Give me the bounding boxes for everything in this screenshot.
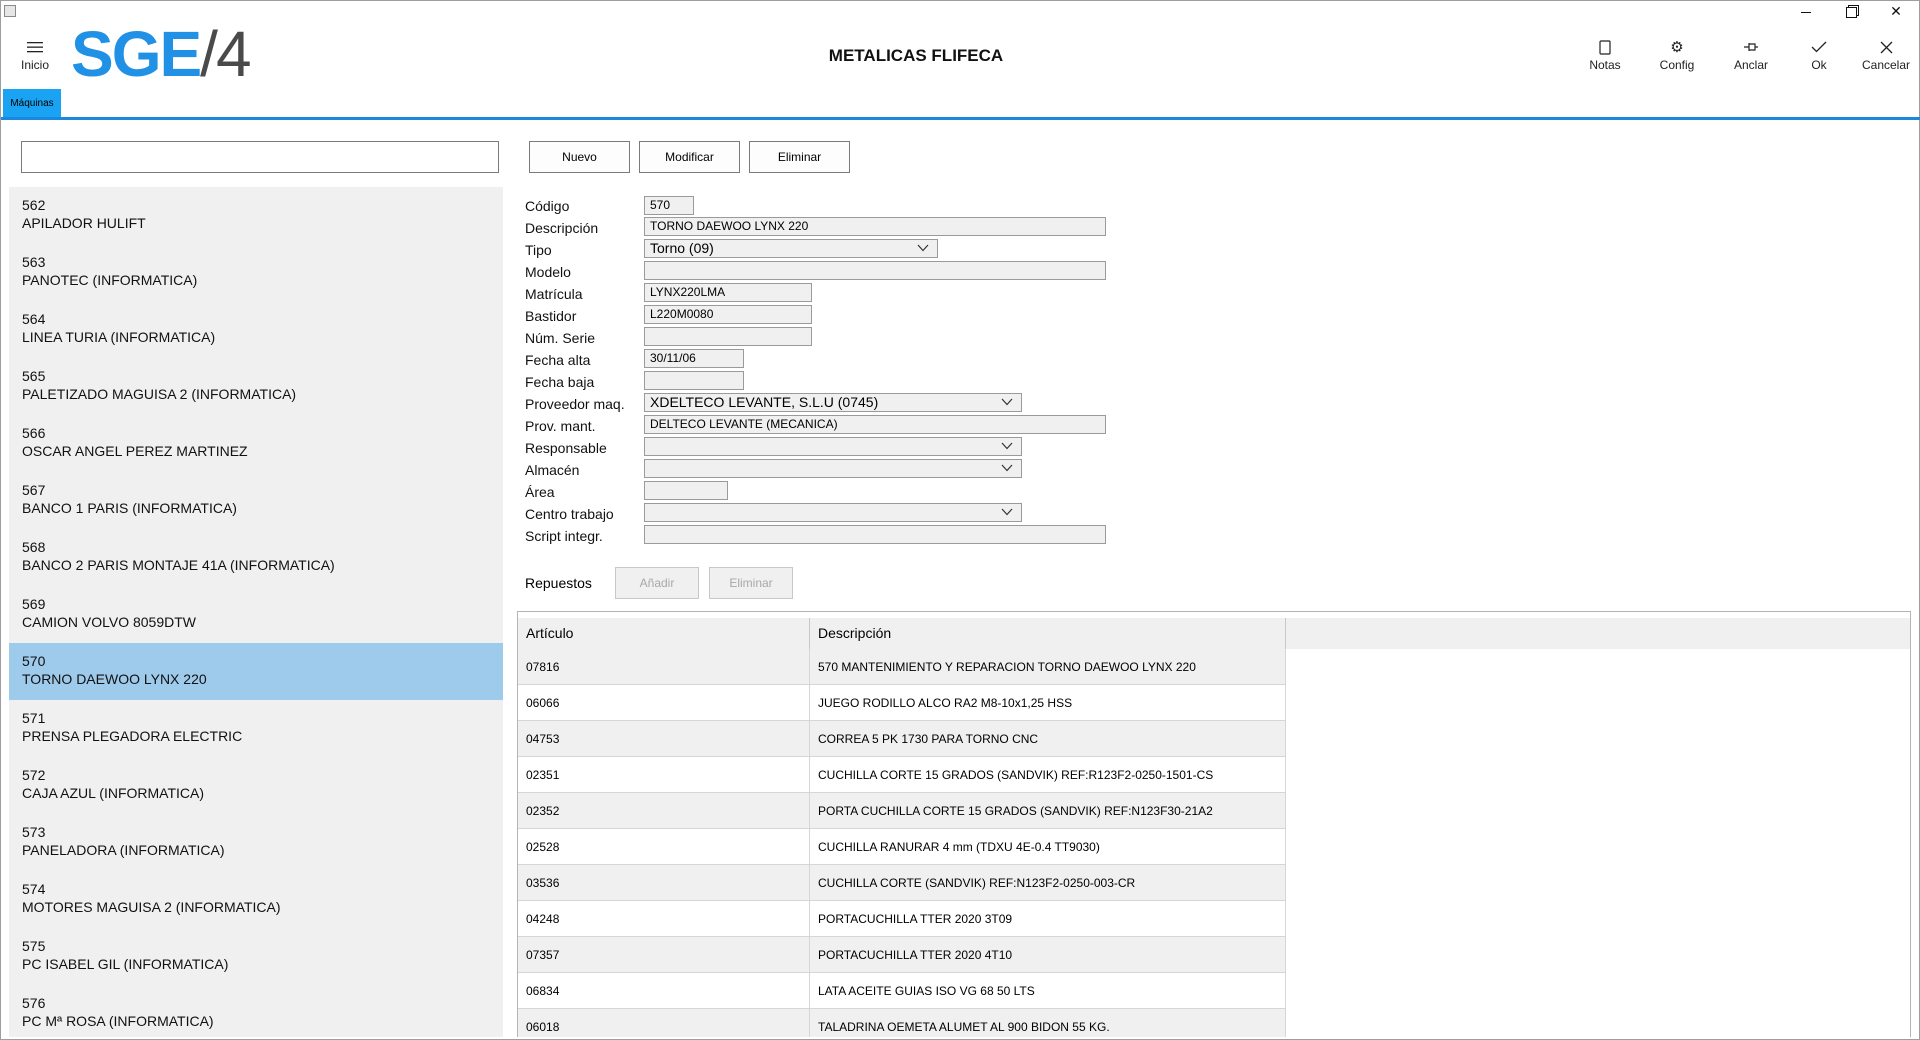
eliminar-repuesto-button[interactable]: Eliminar [709,567,793,599]
table-row[interactable]: 02352 PORTA CUCHILLA CORTE 15 GRADOS (SAN… [518,793,1286,829]
chevron-down-icon [1001,464,1013,472]
list-item[interactable]: 562 APILADOR HULIFT [9,187,503,244]
chevron-down-icon [1001,508,1013,516]
bastidor-field[interactable]: L220M0080 [644,305,812,324]
notas-button[interactable]: Notas [1575,37,1635,77]
centro-trabajo-select[interactable] [644,503,1022,522]
list-item[interactable]: 573 PANELADORA (INFORMATICA) [9,814,503,871]
centro-trabajo-label: Centro trabajo [525,506,614,522]
close-icon [1876,37,1896,57]
column-header-articulo[interactable]: Artículo [518,618,810,649]
table-row[interactable]: 04248 PORTACUCHILLA TTER 2020 3T09 [518,901,1286,937]
company-title: METALICAS FLIFECA [828,46,1004,65]
script-integr-field[interactable] [644,525,1106,544]
table-row[interactable]: 04753 CORREA 5 PK 1730 PARA TORNO CNC [518,721,1286,757]
list-item[interactable]: 571 PRENSA PLEGADORA ELECTRIC [9,700,503,757]
hamburger-menu-icon [25,37,45,57]
descripcion-field[interactable]: TORNO DAEWOO LYNX 220 [644,217,1106,236]
num-serie-field[interactable] [644,327,812,346]
fecha-baja-field[interactable] [644,371,744,390]
list-item[interactable]: 566 OSCAR ANGEL PEREZ MARTINEZ [9,415,503,472]
list-item[interactable]: 565 PALETIZADO MAGUISA 2 (INFORMATICA) [9,358,503,415]
list-item[interactable]: 572 CAJA AZUL (INFORMATICA) [9,757,503,814]
almacen-select[interactable] [644,459,1022,478]
chevron-down-icon [1001,398,1013,406]
list-item[interactable]: 564 LINEA TURIA (INFORMATICA) [9,301,503,358]
area-field[interactable] [644,481,728,500]
prov-mant-label: Prov. mant. [525,418,596,434]
app-window: ✕ Inicio SGE/4 METALICAS FLIFECA Notas ⚙… [0,0,1920,1040]
proveedor-maq-select[interactable]: XDELTECO LEVANTE, S.L.U (0745) [644,393,1022,412]
script-integr-label: Script integr. [525,528,603,544]
window-close-icon[interactable]: ✕ [1873,1,1919,23]
tab-maquinas[interactable]: Máquinas [3,89,61,117]
inicio-label: Inicio [20,58,49,72]
cancelar-button[interactable]: Cancelar [1856,37,1916,77]
repuestos-table: Artículo Descripción 07816 570 MANTENIMIE… [517,611,1911,1037]
check-icon [1809,37,1829,57]
anclar-button[interactable]: Anclar [1721,37,1781,77]
responsable-select[interactable] [644,437,1022,456]
notes-icon [1595,37,1615,57]
gear-icon: ⚙ [1670,37,1684,56]
table-row[interactable]: 07357 PORTACUCHILLA TTER 2020 4T10 [518,937,1286,973]
eliminar-button[interactable]: Eliminar [749,141,850,173]
column-header-descripcion[interactable]: Descripción [810,618,1286,649]
ok-button[interactable]: Ok [1789,37,1849,77]
bastidor-label: Bastidor [525,308,577,324]
area-label: Área [525,484,555,500]
system-menu-icon[interactable] [4,5,16,17]
modelo-label: Modelo [525,264,571,280]
table-row[interactable]: 06018 TALADRINA OEMETA ALUMET AL 900 BIDO… [518,1009,1286,1037]
list-item[interactable]: 567 BANCO 1 PARIS (INFORMATICA) [9,472,503,529]
nuevo-button[interactable]: Nuevo [529,141,630,173]
machine-list: 562 APILADOR HULIFT 563 PANOTEC (INFORMATI… [9,187,503,1037]
table-header: Artículo Descripción [518,618,1910,649]
inicio-button[interactable]: Inicio [5,37,65,77]
tipo-select[interactable]: Torno (09) [644,239,938,258]
list-item-selected[interactable]: 570 TORNO DAEWOO LYNX 220 [9,643,503,700]
list-item[interactable]: 563 PANOTEC (INFORMATICA) [9,244,503,301]
pin-icon [1741,37,1761,57]
list-item[interactable]: 569 CAMION VOLVO 8059DTW [9,586,503,643]
prov-mant-field[interactable]: DELTECO LEVANTE (MECANICA) [644,415,1106,434]
almacen-label: Almacén [525,462,580,478]
fecha-alta-field[interactable]: 30/11/06 [644,349,744,368]
matricula-field[interactable]: LYNX220LMA [644,283,812,302]
num-serie-label: Núm. Serie [525,330,596,346]
restore-icon[interactable] [1828,1,1874,23]
table-row[interactable]: 02351 CUCHILLA CORTE 15 GRADOS (SANDVIK) … [518,757,1286,793]
tipo-label: Tipo [525,242,552,258]
chevron-down-icon [1001,442,1013,450]
tipo-value: Torno (09) [650,240,714,256]
search-input[interactable] [21,141,499,173]
table-row[interactable]: 06834 LATA ACEITE GUIAS ISO VG 68 50 LTS [518,973,1286,1009]
tab-underline [1,117,1920,120]
fecha-baja-label: Fecha baja [525,374,595,390]
list-item[interactable]: 574 MOTORES MAGUISA 2 (INFORMATICA) [9,871,503,928]
list-item[interactable]: 575 PC ISABEL GIL (INFORMATICA) [9,928,503,985]
modificar-button[interactable]: Modificar [639,141,740,173]
sge-logo: SGE/4 [71,18,252,90]
repuestos-label: Repuestos [525,575,592,591]
config-button[interactable]: ⚙ Config [1647,37,1707,77]
table-row[interactable]: 02528 CUCHILLA RANURAR 4 mm (TDXU 4E-0.4 … [518,829,1286,865]
codigo-label: Código [525,198,570,214]
fecha-alta-label: Fecha alta [525,352,591,368]
list-item[interactable]: 568 BANCO 2 PARIS MONTAJE 41A (INFORMATIC… [9,529,503,586]
table-row[interactable]: 07816 570 MANTENIMIENTO Y REPARACION TORN… [518,649,1286,685]
table-row[interactable]: 06066 JUEGO RODILLO ALCO RA2 M8-10x1,25 H… [518,685,1286,721]
minimize-icon[interactable] [1783,1,1829,23]
proveedor-maq-value: XDELTECO LEVANTE, S.L.U (0745) [650,394,879,410]
modelo-field[interactable] [644,261,1106,280]
chevron-down-icon [917,244,929,252]
responsable-label: Responsable [525,440,607,456]
matricula-label: Matrícula [525,286,583,302]
anadir-button[interactable]: Añadir [615,567,699,599]
list-item[interactable]: 576 PC Mª ROSA (INFORMATICA) [9,985,503,1037]
codigo-field[interactable]: 570 [644,196,694,215]
descripcion-label: Descripción [525,220,599,236]
table-row[interactable]: 03536 CUCHILLA CORTE (SANDVIK) REF:N123F2… [518,865,1286,901]
proveedor-maq-label: Proveedor maq. [525,396,625,412]
